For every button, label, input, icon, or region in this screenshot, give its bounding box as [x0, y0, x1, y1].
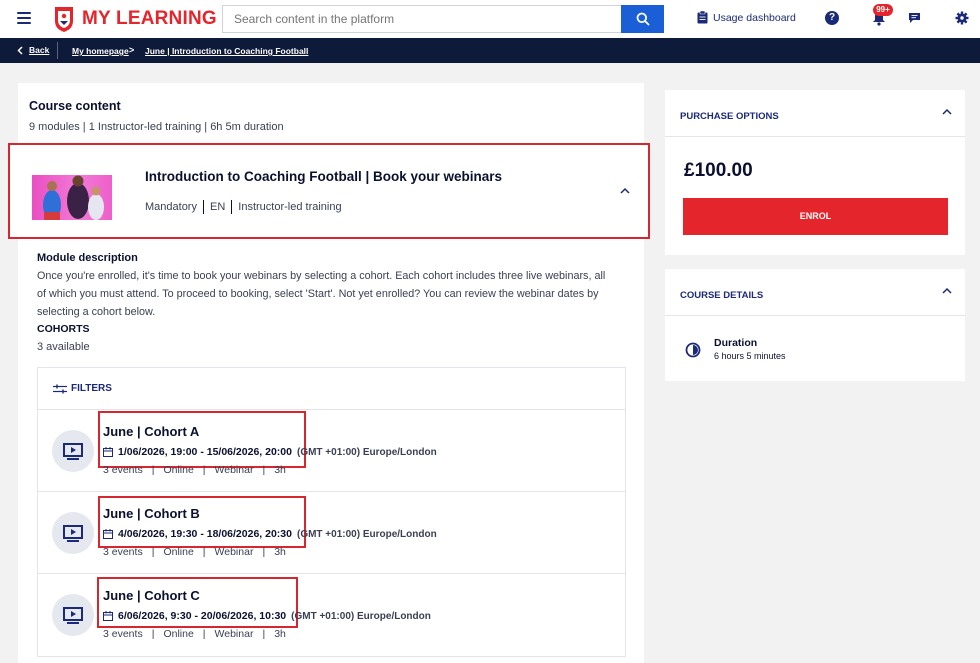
course-details-panel: COURSE DETAILS Duration 6 hours 5 minute… [665, 269, 965, 381]
cohort-tags: 3 events | Online | Webinar | 3h [103, 464, 286, 476]
top-bar: MY LEARNING Usage dashboard ? 99+ [0, 0, 980, 38]
breadcrumb-separator-icon: > [129, 45, 135, 55]
cohort-tags: 3 events | Online | Webinar | 3h [103, 546, 286, 558]
cohort-timezone: (GMT +01:00) Europe/London [291, 610, 431, 622]
cohort-list: FILTERS June | Cohort A 1/06/2026, 19:00… [37, 367, 626, 657]
search-input[interactable] [222, 5, 621, 33]
tag-divider [231, 200, 233, 214]
video-icon [52, 430, 94, 472]
cohort-row-a[interactable]: June | Cohort A 1/06/2026, 19:00 - 15/06… [38, 410, 625, 492]
filters-button[interactable]: FILTERS [38, 368, 625, 410]
module-tag: Mandatory [145, 201, 197, 213]
chevron-up-icon[interactable] [942, 287, 952, 294]
clock-icon [685, 342, 701, 358]
price: £100.00 [684, 160, 753, 181]
module-title[interactable]: Introduction to Coaching Football | Book… [145, 169, 502, 184]
usage-dashboard-link[interactable]: Usage dashboard [697, 11, 796, 24]
course-details-header[interactable]: COURSE DETAILS [665, 269, 965, 316]
tag-divider [202, 200, 204, 214]
chevron-up-icon[interactable] [620, 187, 630, 194]
cohort-tag: Webinar [214, 464, 254, 476]
cohort-tag: 3 events [103, 464, 143, 476]
cohort-timezone: (GMT +01:00) Europe/London [296, 528, 437, 540]
duration-label: Duration [714, 337, 758, 349]
cohort-tag: 3h [274, 464, 286, 476]
breadcrumb: Back My homepage > June | Introduction t… [0, 38, 980, 63]
filter-sliders-icon [53, 384, 67, 393]
cohort-tag: Online [163, 628, 194, 640]
cohort-tag: 3 events [103, 628, 143, 640]
cohort-tag: Webinar [214, 546, 254, 558]
cohort-dates: 6/06/2026, 9:30 - 20/06/2026, 10:30 (GMT… [103, 610, 431, 622]
purchase-options-title: PURCHASE OPTIONS [680, 111, 779, 122]
breadcrumb-current[interactable]: June | Introduction to Coaching Football [145, 46, 308, 56]
cohort-tags: 3 events | Online | Webinar | 3h [103, 628, 286, 640]
app-title[interactable]: MY LEARNING [82, 8, 217, 30]
cohorts-count: 3 available [37, 341, 90, 353]
help-icon[interactable]: ? [825, 11, 839, 25]
cohort-tag: 3h [274, 628, 286, 640]
cohorts-title: COHORTS [37, 323, 90, 335]
menu-icon[interactable] [17, 12, 31, 24]
cohort-date-range: 4/06/2026, 19:30 - 18/06/2026, 20:30 [118, 528, 292, 540]
cohort-tag: Online [163, 546, 194, 558]
cohort-tag: 3h [274, 546, 286, 558]
cohort-tag: 3 events [103, 546, 143, 558]
calendar-icon [103, 529, 113, 539]
breadcrumb-divider [57, 42, 58, 59]
crest-logo-icon[interactable] [52, 5, 76, 33]
cohort-tag: Webinar [214, 628, 254, 640]
section-title: Course content [29, 99, 121, 113]
course-details-title: COURSE DETAILS [680, 290, 764, 301]
cohort-title[interactable]: June | Cohort C [103, 588, 200, 603]
search-icon [636, 12, 650, 26]
module-tag: Instructor-led training [238, 201, 342, 213]
course-meta: 9 modules | 1 Instructor-led training | … [29, 121, 284, 133]
description-title: Module description [37, 252, 138, 264]
module-card[interactable]: Introduction to Coaching Football | Book… [8, 143, 650, 239]
chat-icon[interactable] [908, 12, 921, 24]
players-image [43, 175, 104, 220]
cohort-highlight [98, 496, 306, 548]
chevron-left-icon [17, 45, 23, 55]
cohort-highlight [98, 411, 306, 468]
back-link[interactable]: Back [17, 45, 49, 55]
chevron-up-icon[interactable] [942, 108, 952, 115]
enrol-button[interactable]: ENROL [683, 198, 948, 235]
video-icon [52, 512, 94, 554]
module-thumbnail [32, 169, 112, 220]
clipboard-icon [697, 11, 708, 24]
video-icon [52, 594, 94, 636]
notification-badge: 99+ [873, 4, 893, 16]
calendar-icon [103, 611, 113, 621]
module-tag: EN [209, 201, 226, 213]
description-text: Once you're enrolled, it's time to book … [37, 270, 606, 318]
gear-icon[interactable] [955, 11, 969, 25]
cohort-tag: Online [163, 464, 194, 476]
search-button[interactable] [621, 5, 664, 33]
breadcrumb-home[interactable]: My homepage [72, 46, 129, 56]
cohort-dates: 4/06/2026, 19:30 - 18/06/2026, 20:30 (GM… [103, 528, 437, 540]
cohort-dates: 1/06/2026, 19:00 - 15/06/2026, 20:00 (GM… [103, 446, 437, 458]
cohort-date-range: 6/06/2026, 9:30 - 20/06/2026, 10:30 [118, 610, 287, 622]
purchase-options-header[interactable]: PURCHASE OPTIONS [665, 90, 965, 137]
cohort-row-c[interactable]: June | Cohort C 6/06/2026, 9:30 - 20/06/… [38, 574, 625, 656]
cohort-timezone: (GMT +01:00) Europe/London [296, 446, 437, 458]
cohort-title[interactable]: June | Cohort A [103, 424, 199, 439]
purchase-options-panel: PURCHASE OPTIONS £100.00 ENROL [665, 90, 965, 255]
duration-value: 6 hours 5 minutes [714, 351, 786, 361]
cohort-title[interactable]: June | Cohort B [103, 506, 200, 521]
calendar-icon [103, 447, 113, 457]
cohort-row-b[interactable]: June | Cohort B 4/06/2026, 19:30 - 18/06… [38, 492, 625, 574]
usage-dashboard-label: Usage dashboard [713, 11, 796, 24]
back-label[interactable]: Back [29, 45, 49, 55]
cohort-date-range: 1/06/2026, 19:00 - 15/06/2026, 20:00 [118, 446, 292, 458]
filters-label: FILTERS [71, 383, 112, 394]
module-tags: Mandatory EN Instructor-led training [145, 200, 342, 214]
